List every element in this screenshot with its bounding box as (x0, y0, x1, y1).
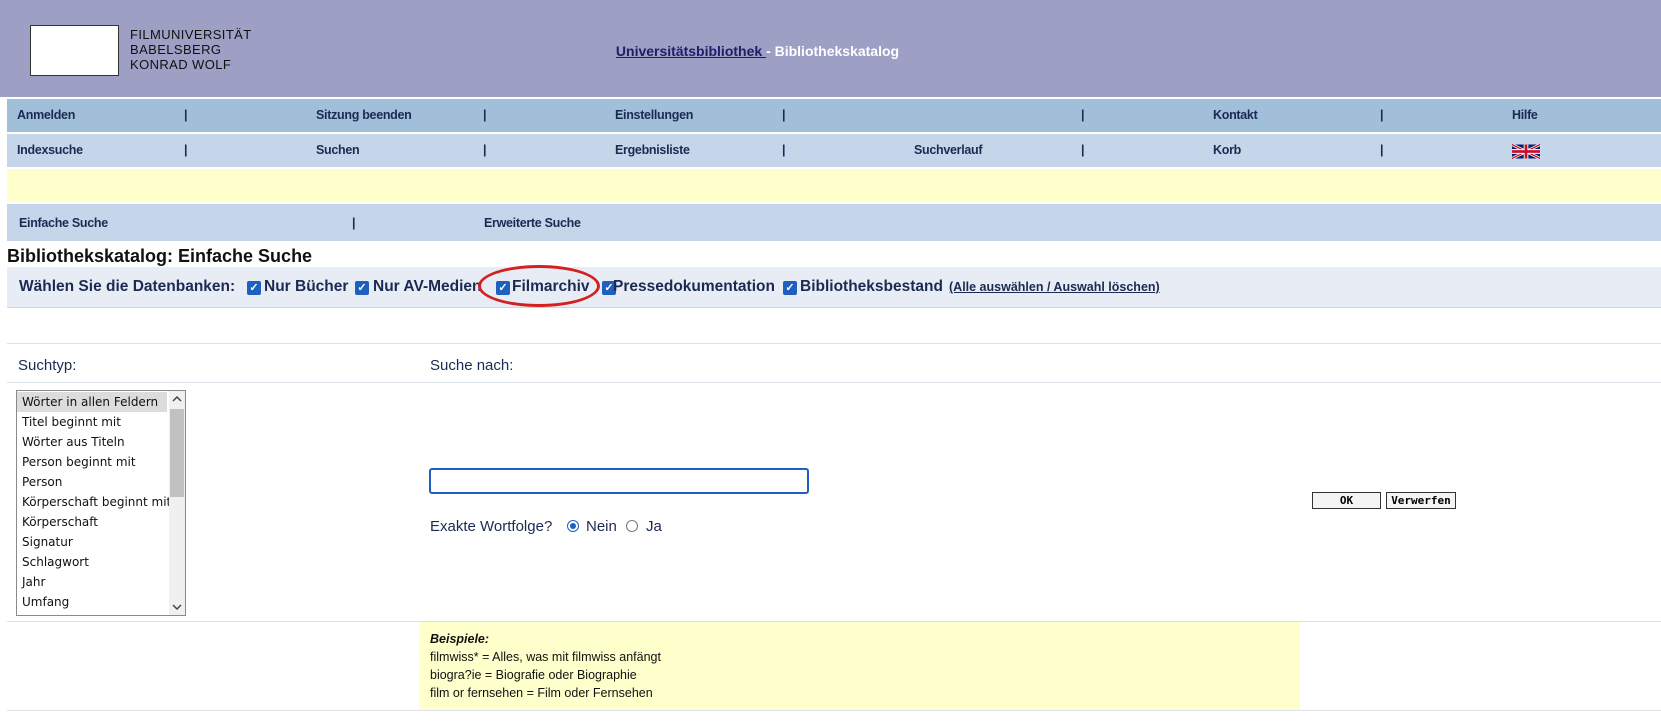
logo-text-line-3: KONRAD WOLF (130, 57, 232, 72)
examples-title: Beispiele: (430, 632, 490, 646)
search-type-option[interactable]: Wörter in allen Feldern (17, 392, 167, 412)
library-home-link[interactable]: Universitätsbibliothek (616, 43, 766, 59)
search-type-option[interactable]: Signatur (17, 532, 167, 552)
divider (7, 343, 1661, 344)
checkbox-library-holdings[interactable]: ✓ (783, 281, 797, 295)
search-type-option[interactable]: Person beginnt mit (17, 452, 167, 472)
example-line: filmwiss* = Alles, was mit filmwiss anfä… (430, 650, 661, 664)
search-type-listbox[interactable]: Wörter in allen Feldern Titel beginnt mi… (16, 390, 186, 616)
uk-flag-icon[interactable] (1512, 144, 1540, 159)
logo-text-line-1: FILMUNIVERSITÄT (130, 27, 252, 42)
nav-separator: | (184, 143, 188, 157)
nav-separator: | (483, 143, 487, 157)
tab-simple-search[interactable]: Einfache Suche (19, 216, 108, 230)
database-label: Wählen Sie die Datenbanken: (19, 278, 236, 295)
chevron-up-icon[interactable] (172, 395, 182, 403)
nav-separator: | (1380, 108, 1384, 122)
nav-separator: | (1081, 143, 1085, 157)
nav-separator: | (782, 108, 786, 122)
top-navigation: Anmelden | Sitzung beenden | Einstellung… (7, 99, 1661, 132)
tab-separator: | (352, 216, 356, 230)
example-line: biogra?ie = Biografie oder Biographie (430, 668, 637, 682)
search-for-label: Suche nach: (430, 357, 514, 374)
database-books-label: Nur Bücher (264, 278, 349, 295)
nav-index-search[interactable]: Indexsuche (17, 143, 83, 157)
checkbox-av-media[interactable]: ✓ (355, 281, 369, 295)
nav-login[interactable]: Anmelden (17, 108, 75, 122)
ok-button[interactable]: OK (1312, 492, 1381, 509)
catalog-label: - Bibliothekskatalog (766, 43, 900, 59)
listbox-scrollbar[interactable] (169, 391, 185, 615)
database-selection: Wählen Sie die Datenbanken: ✓ Nur Bücher… (7, 267, 1661, 308)
nav-separator: | (1081, 108, 1085, 122)
search-type-option[interactable]: Wörter aus Titeln (17, 432, 167, 452)
nav-search[interactable]: Suchen (316, 143, 360, 157)
search-mode-tabs: Einfache Suche | Erweiterte Suche (7, 204, 1661, 241)
divider (7, 710, 1661, 711)
search-type-option[interactable]: Titel beginnt mit (17, 412, 167, 432)
search-type-label: Suchtyp: (18, 357, 77, 374)
nav-help[interactable]: Hilfe (1512, 108, 1538, 122)
example-line: film or fernsehen = Film oder Fernsehen (430, 686, 653, 700)
database-library-holdings-label: Bibliotheksbestand (800, 278, 943, 295)
search-type-option[interactable]: Jahr (17, 572, 167, 592)
select-all-link[interactable]: (Alle auswählen / Auswahl löschen) (949, 280, 1160, 294)
nav-result-list[interactable]: Ergebnisliste (615, 143, 690, 157)
exact-phrase-label: Exakte Wortfolge? (430, 518, 553, 535)
search-type-option[interactable]: Person (17, 472, 167, 492)
secondary-navigation: Indexsuche | Suchen | Ergebnisliste | Su… (7, 134, 1661, 167)
search-input[interactable] (429, 468, 809, 494)
chevron-down-icon[interactable] (172, 603, 182, 611)
nav-contact[interactable]: Kontakt (1213, 108, 1258, 122)
radio-exact-no[interactable] (567, 520, 579, 532)
checkbox-books[interactable]: ✓ (247, 281, 261, 295)
search-examples: Beispiele: filmwiss* = Alles, was mit fi… (419, 622, 1300, 711)
search-type-option[interactable]: Körperschaft (17, 512, 167, 532)
page-header: FILMUNIVERSITÄT BABELSBERG KONRAD WOLF U… (0, 0, 1661, 97)
tab-advanced-search[interactable]: Erweiterte Suche (484, 216, 581, 230)
nav-end-session[interactable]: Sitzung beenden (316, 108, 412, 122)
nav-basket[interactable]: Korb (1213, 143, 1241, 157)
message-band (7, 169, 1661, 202)
nav-separator: | (1380, 143, 1384, 157)
nav-separator: | (483, 108, 487, 122)
radio-exact-yes-label: Ja (646, 518, 662, 535)
search-type-option[interactable]: Umfang (17, 592, 167, 612)
divider (7, 382, 1661, 383)
annotation-circle (478, 265, 600, 307)
page-title: Bibliothekskatalog: Einfache Suche (7, 246, 313, 266)
nav-separator: | (184, 108, 188, 122)
reset-button[interactable]: Verwerfen (1386, 492, 1456, 509)
scrollbar-thumb[interactable] (170, 409, 184, 497)
header-title: Universitätsbibliothek - Bibliothekskata… (0, 43, 1515, 59)
database-av-media-label: Nur AV-Medien (373, 278, 482, 295)
database-press-documentation-label: Pressedokumentation (613, 278, 775, 295)
nav-settings[interactable]: Einstellungen (615, 108, 693, 122)
nav-search-history[interactable]: Suchverlauf (914, 143, 983, 157)
search-type-option[interactable]: Körperschaft beginnt mit (17, 492, 171, 512)
radio-exact-yes[interactable] (626, 520, 638, 532)
nav-separator: | (782, 143, 786, 157)
search-type-option[interactable]: Schlagwort (17, 552, 167, 572)
radio-exact-no-label: Nein (586, 518, 617, 535)
